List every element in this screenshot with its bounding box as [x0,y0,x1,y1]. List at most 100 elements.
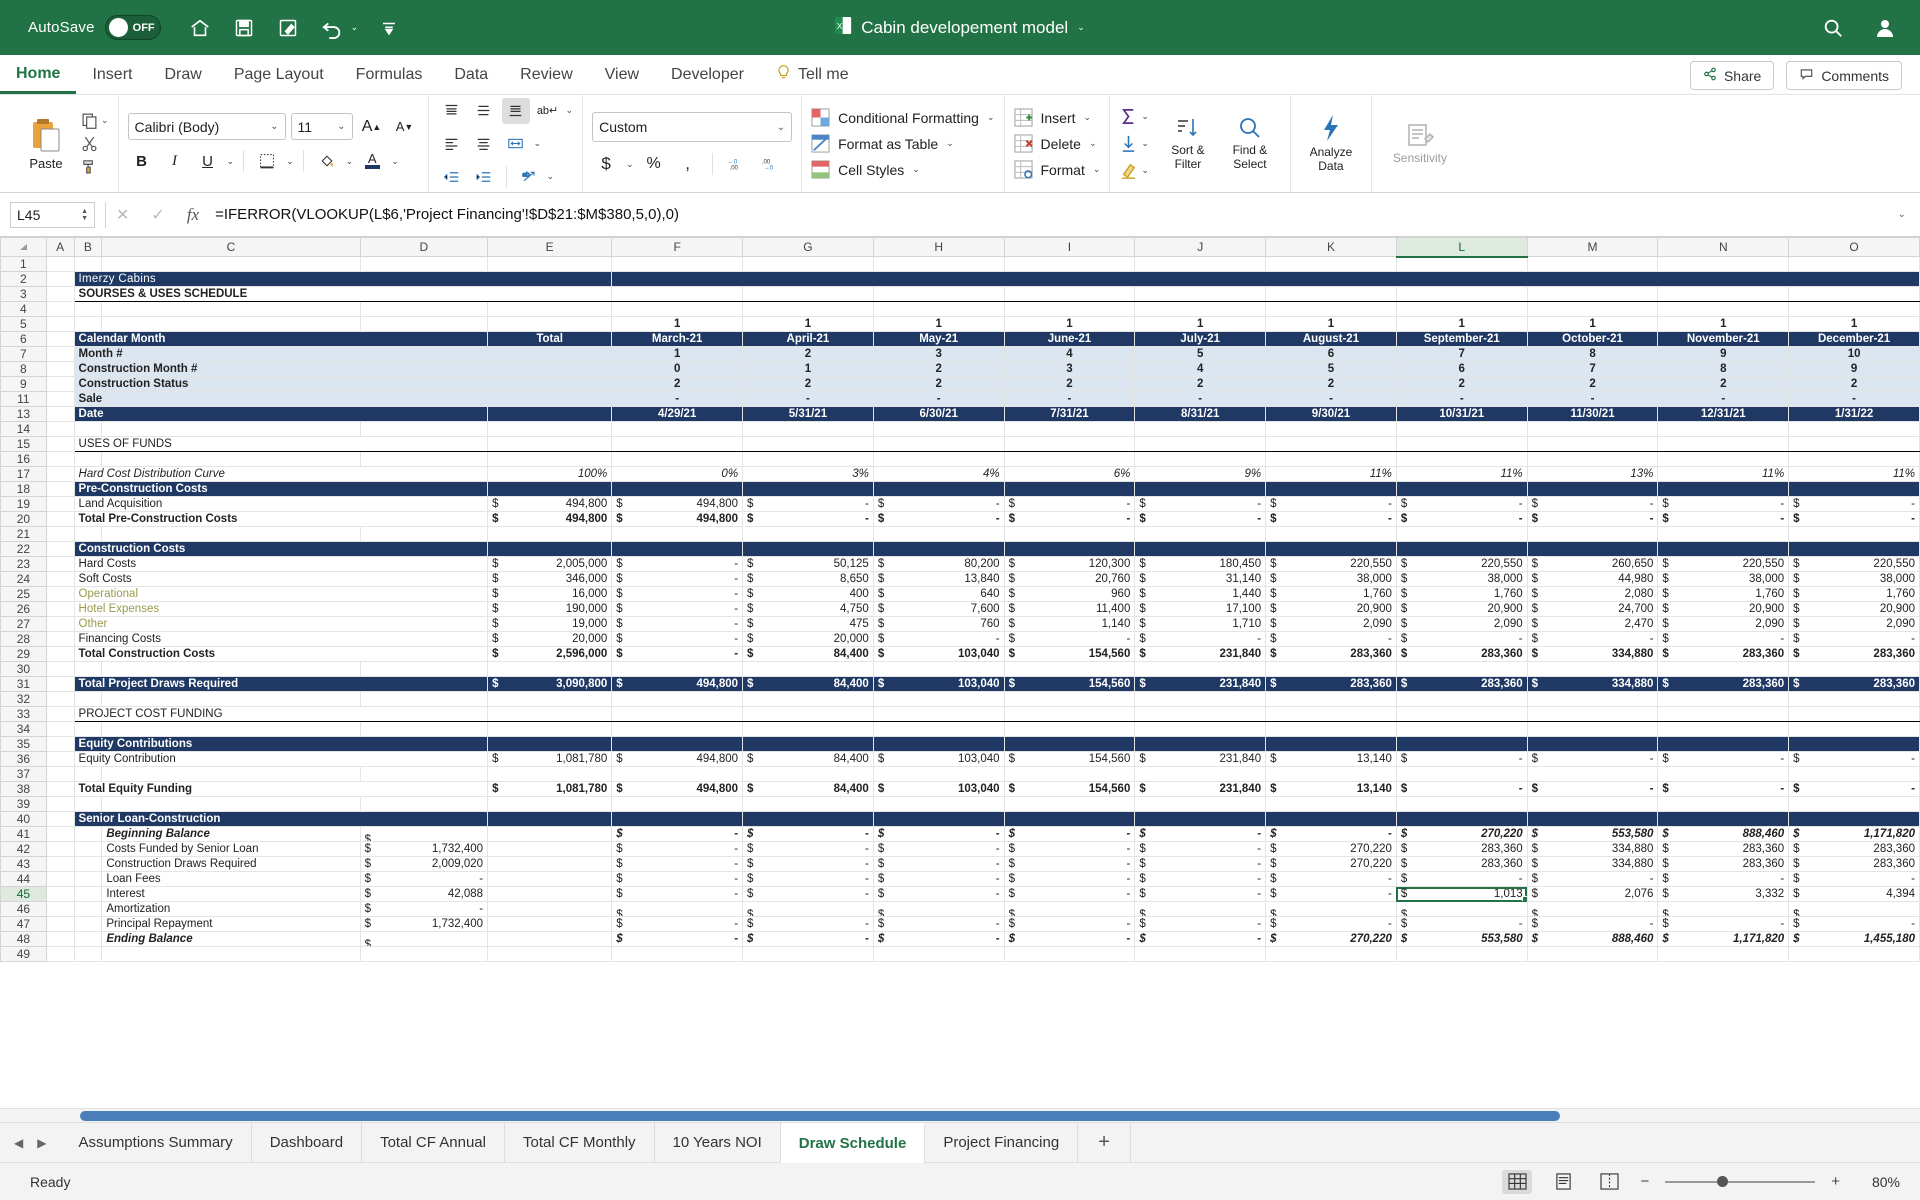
cell-period-5[interactable]: 2 [1134,376,1267,392]
cell-blank[interactable] [1134,286,1267,302]
cell-blank[interactable] [1003,526,1136,542]
cell-row-label[interactable]: Other [73,616,489,632]
row-header-40[interactable]: 40 [0,811,47,827]
cell-period-10[interactable]: - [1788,871,1920,887]
cell-period-10[interactable] [1788,901,1920,917]
cell-blank[interactable] [742,421,874,437]
cell-blank[interactable] [1003,451,1136,467]
comments-button[interactable]: Comments [1786,61,1902,90]
merge-dropdown-icon[interactable]: ⌄ [534,138,542,149]
cell-blank[interactable] [1265,301,1397,317]
cell-blank[interactable] [45,946,75,962]
cell-period-2[interactable]: - [742,841,874,857]
cell-period-5[interactable]: - [1134,631,1267,647]
tab-tell-me[interactable]: Tell me [760,56,865,94]
cell-blank[interactable] [1395,706,1528,722]
cell-blank[interactable] [742,766,874,782]
cell-blank[interactable] [359,256,489,272]
column-header-m[interactable]: M [1526,237,1659,257]
cell-period-3[interactable]: 4% [872,466,1005,482]
cell-band[interactable] [487,541,613,557]
cell-period-9[interactable]: 1 [1657,316,1790,332]
underline-button[interactable]: U [194,148,222,174]
cell-period-9[interactable]: 2,090 [1657,616,1790,632]
cell-blank[interactable] [1657,436,1790,452]
cell-a[interactable] [45,406,75,422]
underline-dropdown-icon[interactable]: ⌄ [227,156,235,167]
cell-period-8[interactable]: - [1526,511,1659,527]
cell-blank[interactable] [1265,766,1397,782]
cell-period-8[interactable]: - [1526,496,1659,512]
cell-period-7[interactable]: 270,220 [1395,826,1528,842]
cell-blank[interactable] [1657,706,1790,722]
cell-period-9[interactable]: 38,000 [1657,571,1790,587]
cell-period-5[interactable]: 4 [1134,361,1267,377]
row-header-15[interactable]: 15 [0,436,47,452]
cell-period-5[interactable]: - [1134,931,1267,947]
cell-a[interactable] [45,391,75,407]
cell-period-9[interactable]: - [1657,871,1790,887]
zoom-out-button[interactable]: − [1640,1173,1649,1190]
cell-band[interactable] [1788,541,1920,557]
sheet-tab-draw-schedule[interactable]: Draw Schedule [780,1122,926,1163]
cell-period-3[interactable]: - [872,511,1005,527]
cell-blank[interactable] [487,436,613,452]
cell-band[interactable] [1003,736,1136,752]
cell-period-6[interactable]: 2,090 [1265,616,1397,632]
cell-blank[interactable] [1788,256,1920,272]
cell-period-5[interactable]: 180,450 [1134,556,1267,572]
cell-period-1[interactable]: 1 [611,316,744,332]
cell-blank[interactable] [101,526,361,542]
cell-blank[interactable] [1657,691,1790,707]
cell-period-5[interactable]: - [1134,886,1267,902]
cell-total[interactable]: 2,005,000 [487,556,613,572]
cell-blank[interactable] [45,766,75,782]
share-button[interactable]: Share [1689,61,1775,90]
cell-blank[interactable] [1265,286,1397,302]
cell-blank[interactable] [1788,421,1920,437]
cell-col-e[interactable] [487,916,613,932]
cell-period-8[interactable]: 13% [1526,466,1659,482]
cell-band[interactable] [611,541,744,557]
cell-a[interactable] [45,346,75,362]
sheet-subtitle-cell[interactable]: SOURSES & USES SCHEDULE [73,286,613,302]
cell-band-label[interactable]: Equity Contributions [73,736,489,752]
cell-blank[interactable] [1395,661,1528,677]
column-header-b[interactable]: B [73,237,103,257]
cell-blank[interactable] [1526,421,1659,437]
cell-band[interactable] [1657,736,1790,752]
cell-col-e[interactable] [487,841,613,857]
cell-blank[interactable] [1003,436,1136,452]
column-header-i[interactable]: I [1003,237,1136,257]
format-cells-button[interactable]: Format ⌄ [1013,160,1100,179]
cell-period-1[interactable]: - [611,841,744,857]
cell-blank[interactable] [742,256,874,272]
cell-a[interactable] [45,751,75,767]
cell-period-2[interactable]: 8,650 [742,571,874,587]
cell-period-2[interactable]: - [742,511,874,527]
cell-period-5[interactable]: - [1134,856,1267,872]
cell-row-label[interactable]: Total Construction Costs [73,646,489,662]
cell-band[interactable] [872,541,1005,557]
cell-blank[interactable] [359,301,489,317]
cell-blank[interactable] [1265,796,1397,812]
cell-period-5[interactable]: 9% [1134,466,1267,482]
row-header-34[interactable]: 34 [0,721,47,737]
cell-period-3[interactable]: - [872,856,1005,872]
cell-a[interactable] [45,331,75,347]
cell-period-1[interactable]: 494,800 [611,781,744,797]
cell-period-8[interactable]: 11/30/21 [1526,406,1659,422]
cell-period-6[interactable]: - [1265,496,1397,512]
cell-blank[interactable] [45,796,75,812]
cell-period-3[interactable]: 2 [872,361,1005,377]
tab-insert[interactable]: Insert [76,56,148,94]
cell-row-label[interactable]: Operational [73,586,489,602]
cell-blank[interactable] [73,451,103,467]
cell-band[interactable] [1526,811,1659,827]
cell-row-label[interactable]: Loan Fees [101,871,361,887]
cell-period-2[interactable]: 20,000 [742,631,874,647]
cell-blank[interactable] [1003,286,1136,302]
cell-period-1[interactable]: - [611,871,744,887]
cell-period-2[interactable]: 84,400 [742,676,874,692]
document-title[interactable]: Cabin developement model [861,18,1068,38]
